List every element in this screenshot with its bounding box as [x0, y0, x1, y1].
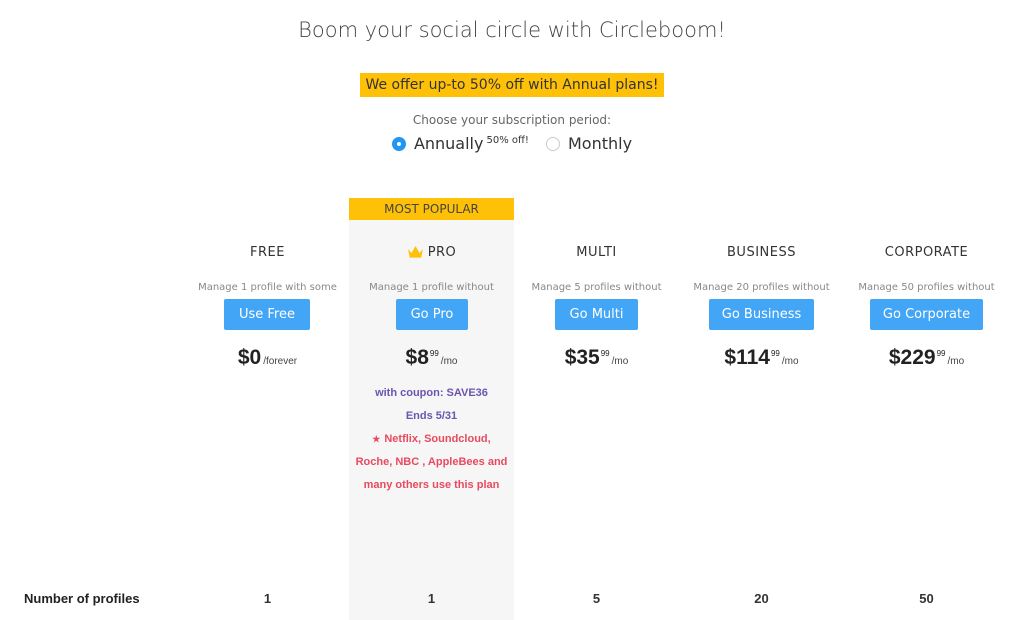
annually-radio[interactable] [391, 136, 406, 151]
promo-banner-wrap: We offer up-to 50% off with Annual plans… [0, 73, 1024, 97]
price-amount: $114 [724, 346, 770, 369]
feature-label-profiles: Number of profiles [24, 591, 140, 606]
plan-name: PRO [427, 245, 457, 260]
clients-note: ★ Netflix, Soundcloud, Roche, NBC , Apple… [353, 428, 510, 497]
annually-option[interactable]: Annually 50% off! [391, 134, 529, 153]
profiles-value-corporate: 50 [919, 591, 934, 606]
use-free-button[interactable]: Use Free [224, 299, 310, 330]
period-selector: Annually 50% off! Monthly [0, 134, 1024, 153]
monthly-label: Monthly [567, 134, 633, 153]
annually-label: Annually [413, 134, 484, 153]
coupon-code: with coupon: SAVE36 [375, 387, 488, 399]
plan-name: FREE [250, 245, 285, 260]
coupon-info: with coupon: SAVE36 Ends 5/31 [349, 382, 514, 428]
profiles-value-pro: 1 [427, 591, 436, 606]
price-period: /mo [440, 356, 458, 367]
price-amount: $229 [888, 346, 936, 369]
price-cents: 99 [600, 349, 610, 358]
price-cents: 99 [429, 349, 439, 358]
price-cents: 99 [770, 349, 780, 358]
price-amount: $0 [237, 346, 262, 369]
plan-name-wrap: PRO [349, 245, 514, 262]
plan-price: $22999/mo [844, 346, 1009, 370]
plan-price: $3599/mo [514, 346, 679, 370]
profiles-value-free: 1 [263, 591, 272, 606]
plan-name: CORPORATE [884, 245, 969, 260]
price-period: /forever [263, 356, 298, 367]
price-period: /mo [781, 356, 799, 367]
clients-line-2: Roche, NBC , AppleBees and [355, 456, 508, 468]
profiles-value-business: 20 [754, 591, 769, 606]
most-popular-badge: MOST POPULAR [349, 198, 514, 220]
coupon-ends: Ends 5/31 [405, 410, 458, 422]
plan-price: $11499/mo [679, 346, 844, 370]
plan-name: BUSINESS [727, 245, 796, 260]
go-multi-button[interactable]: Go Multi [555, 299, 638, 330]
plan-price: $0/forever [185, 346, 350, 370]
go-pro-button[interactable]: Go Pro [396, 299, 468, 330]
monthly-radio[interactable] [545, 136, 560, 151]
clients-line-1: Netflix, Soundcloud, [384, 433, 491, 445]
page-title: Boom your social circle with Circleboom! [298, 18, 726, 42]
plan-price: $899/mo [349, 346, 514, 370]
go-business-button[interactable]: Go Business [709, 299, 814, 330]
clients-line-3: many others use this plan [363, 479, 500, 491]
go-corporate-button[interactable]: Go Corporate [870, 299, 983, 330]
price-period: /mo [611, 356, 629, 367]
annually-discount-badge: 50% off! [486, 135, 529, 146]
profiles-value-multi: 5 [592, 591, 601, 606]
price-cents: 99 [936, 349, 946, 358]
price-period: /mo [947, 356, 965, 367]
star-icon: ★ [372, 434, 381, 444]
monthly-option[interactable]: Monthly [545, 134, 633, 153]
plan-name: MULTI [576, 245, 617, 260]
crown-icon [407, 245, 424, 262]
price-amount: $8 [405, 346, 429, 369]
price-amount: $35 [564, 346, 600, 369]
promo-banner: We offer up-to 50% off with Annual plans… [360, 73, 664, 97]
choose-period-label: Choose your subscription period: [412, 113, 612, 127]
